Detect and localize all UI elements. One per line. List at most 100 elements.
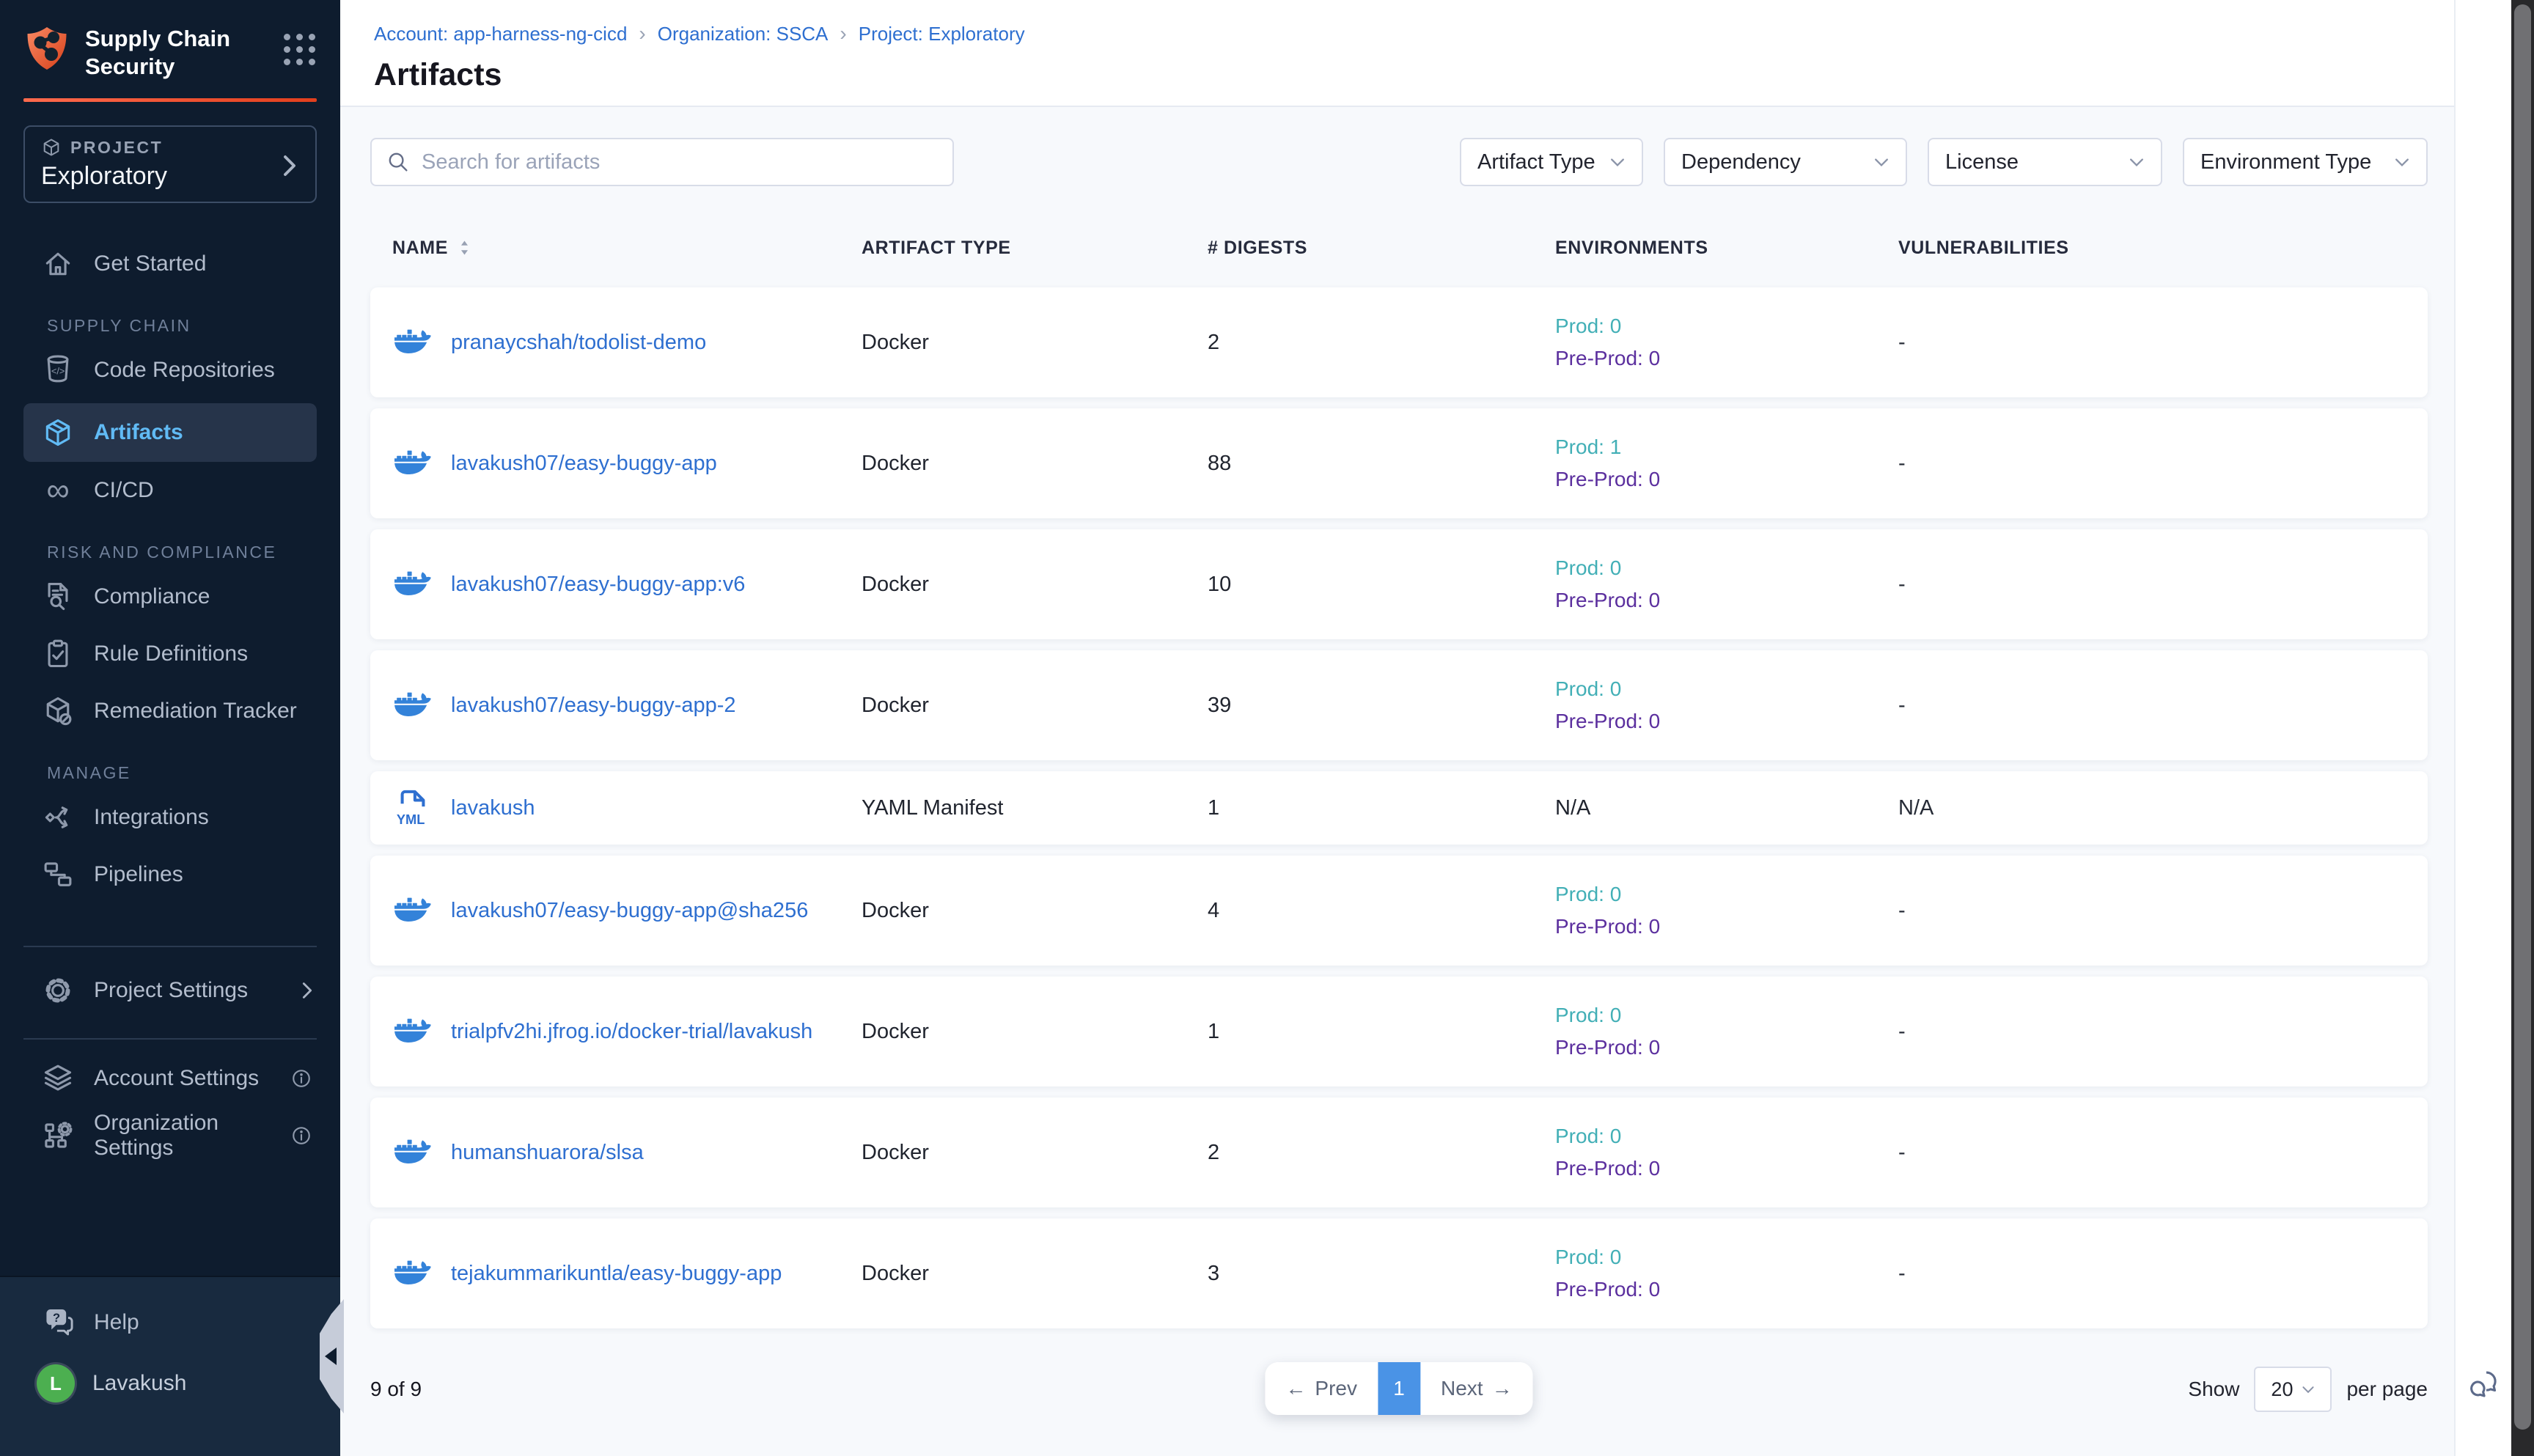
chevron-down-icon — [2381, 158, 2410, 167]
environment-type-filter[interactable]: Environment Type — [2183, 138, 2428, 186]
sidebar-item-get-started[interactable]: Get Started — [0, 235, 340, 293]
info-icon[interactable] — [290, 1067, 312, 1089]
artifact-name-link[interactable]: lavakush07/easy-buggy-app@sha256 — [451, 899, 823, 923]
prod-env-link[interactable]: Prod: 0 — [1555, 878, 1898, 911]
prod-env-link[interactable]: Prod: 0 — [1555, 552, 1898, 584]
sidebar-item-help[interactable]: ? Help — [0, 1293, 340, 1352]
svg-text:</>: </> — [51, 366, 65, 377]
sidebar: Supply Chain Security PROJECT Explorator… — [0, 0, 340, 1456]
prev-page-button[interactable]: ← Prev — [1265, 1362, 1378, 1415]
project-selector[interactable]: PROJECT Exploratory — [23, 125, 317, 203]
docker-icon — [392, 894, 433, 927]
table-row: humanshuarora/slsa Docker 2 Prod: 0 Pre-… — [370, 1097, 2428, 1207]
preprod-env-link[interactable]: Pre-Prod: 0 — [1555, 705, 1898, 738]
table-row: trialpfv2hi.jfrog.io/docker-trial/lavaku… — [370, 977, 2428, 1087]
sidebar-item-label: Account Settings — [94, 1066, 259, 1091]
column-vulnerabilities: VULNERABILITIES — [1898, 238, 2428, 259]
table-row: tejakummarikuntla/easy-buggy-app Docker … — [370, 1218, 2428, 1328]
sidebar-item-label: Integrations — [94, 805, 209, 830]
app-switcher-grid-icon[interactable] — [284, 34, 315, 65]
sidebar-item-project-settings[interactable]: Project Settings — [0, 962, 340, 1019]
sidebar-item-label: Project Settings — [94, 978, 248, 1003]
sidebar-item-organization-settings[interactable]: Organization Settings — [0, 1107, 340, 1164]
sidebar-item-integrations[interactable]: Integrations — [0, 789, 340, 846]
artifact-name-link[interactable]: humanshuarora/slsa — [451, 1141, 658, 1165]
prod-env-link[interactable]: Prod: 0 — [1555, 1120, 1898, 1152]
breadcrumb-organization-link[interactable]: Organization: SSCA — [658, 23, 829, 45]
vulnerabilities-cell: - — [1898, 1262, 2428, 1286]
app-title: Supply Chain Security — [85, 25, 284, 81]
prod-env-link[interactable]: Prod: 0 — [1555, 1241, 1898, 1273]
sidebar-item-code-repositories[interactable]: </> Code Repositories — [0, 342, 340, 399]
sidebar-item-cicd[interactable]: ∞ CI/CD — [0, 462, 340, 519]
collapse-left-arrow-icon — [325, 1347, 337, 1365]
artifact-name-link[interactable]: lavakush07/easy-buggy-app-2 — [451, 694, 751, 718]
artifact-name-link[interactable]: lavakush — [451, 796, 549, 820]
preprod-env-link[interactable]: Pre-Prod: 0 — [1555, 1273, 1898, 1306]
prod-env-link[interactable]: Prod: 1 — [1555, 431, 1898, 463]
pagination: 9 of 9 ← Prev 1 Next → Show 20 — [370, 1362, 2428, 1416]
preprod-env-link[interactable]: Pre-Prod: 0 — [1555, 463, 1898, 496]
digests-cell: 1 — [1208, 1020, 1555, 1044]
sidebar-bottom-panel: ? Help L Lavakush — [0, 1276, 340, 1456]
artifact-type-cell: YAML Manifest — [862, 796, 1208, 820]
prod-env-link[interactable]: Prod: 0 — [1555, 673, 1898, 705]
search-icon — [386, 150, 410, 174]
sort-icon[interactable] — [458, 238, 471, 257]
artifact-name-link[interactable]: trialpfv2hi.jfrog.io/docker-trial/lavaku… — [451, 1020, 827, 1044]
column-digests: # DIGESTS — [1208, 238, 1555, 259]
artifact-name-link[interactable]: pranaycshah/todolist-demo — [451, 331, 721, 355]
breadcrumb-project-link[interactable]: Project: Exploratory — [859, 23, 1025, 45]
user-menu[interactable]: L Lavakush — [0, 1352, 340, 1415]
sidebar-item-artifacts[interactable]: Artifacts — [23, 403, 317, 462]
sidebar-item-compliance[interactable]: Compliance — [0, 568, 340, 625]
page-size-value: 20 — [2271, 1378, 2293, 1401]
artifact-name-link[interactable]: tejakummarikuntla/easy-buggy-app — [451, 1262, 796, 1286]
integrations-icon — [41, 801, 75, 834]
digests-cell: 1 — [1208, 796, 1555, 820]
cube-wrench-icon — [41, 694, 75, 728]
project-label: PROJECT — [70, 138, 163, 158]
breadcrumb-account-link[interactable]: Account: app-harness-ng-cicd — [374, 23, 627, 45]
column-name: NAME — [392, 238, 448, 259]
support-chat-icon[interactable] — [2467, 1369, 2500, 1400]
preprod-env-link[interactable]: Pre-Prod: 0 — [1555, 342, 1898, 375]
page-title: Artifacts — [374, 57, 2454, 93]
sidebar-item-account-settings[interactable]: Account Settings — [0, 1050, 340, 1107]
page-scrollbar[interactable] — [2511, 0, 2534, 1456]
breadcrumb-separator: › — [840, 22, 846, 45]
artifact-name-link[interactable]: lavakush07/easy-buggy-app — [451, 452, 732, 476]
sidebar-item-remediation-tracker[interactable]: Remediation Tracker — [0, 683, 340, 740]
prod-env-link[interactable]: Prod: 0 — [1555, 999, 1898, 1032]
artifact-name-link[interactable]: lavakush07/easy-buggy-app:v6 — [451, 573, 760, 597]
next-page-button[interactable]: Next → — [1420, 1362, 1533, 1415]
digests-cell: 4 — [1208, 899, 1555, 923]
vulnerabilities-cell: - — [1898, 899, 2428, 923]
content: Artifact Type Dependency License Environ… — [340, 107, 2454, 1456]
preprod-env-link[interactable]: Pre-Prod: 0 — [1555, 1032, 1898, 1064]
scrollbar-thumb[interactable] — [2514, 4, 2531, 1430]
docker-icon — [392, 447, 433, 479]
sidebar-item-pipelines[interactable]: Pipelines — [0, 846, 340, 903]
artifact-type-cell: Docker — [862, 1262, 1208, 1286]
prod-env-link[interactable]: Prod: 0 — [1555, 310, 1898, 342]
artifact-type-filter[interactable]: Artifact Type — [1460, 138, 1643, 186]
info-icon[interactable] — [290, 1125, 312, 1147]
sidebar-nav: Get Started SUPPLY CHAIN </> Code Reposi… — [0, 235, 340, 1164]
page-size-select[interactable]: 20 — [2254, 1367, 2332, 1412]
chevron-down-icon — [2302, 1386, 2315, 1394]
license-filter[interactable]: License — [1928, 138, 2162, 186]
dependency-filter[interactable]: Dependency — [1664, 138, 1907, 186]
chevron-right-icon — [302, 982, 312, 999]
cube-icon — [41, 137, 62, 158]
preprod-env-link[interactable]: Pre-Prod: 0 — [1555, 1152, 1898, 1185]
sidebar-item-rule-definitions[interactable]: Rule Definitions — [0, 625, 340, 683]
home-icon — [41, 247, 75, 281]
org-settings-icon — [41, 1119, 75, 1152]
preprod-env-link[interactable]: Pre-Prod: 0 — [1555, 584, 1898, 617]
docker-icon — [392, 326, 433, 359]
digests-cell: 3 — [1208, 1262, 1555, 1286]
preprod-env-link[interactable]: Pre-Prod: 0 — [1555, 911, 1898, 943]
search-input[interactable] — [422, 150, 938, 174]
page-number-button[interactable]: 1 — [1378, 1362, 1420, 1415]
